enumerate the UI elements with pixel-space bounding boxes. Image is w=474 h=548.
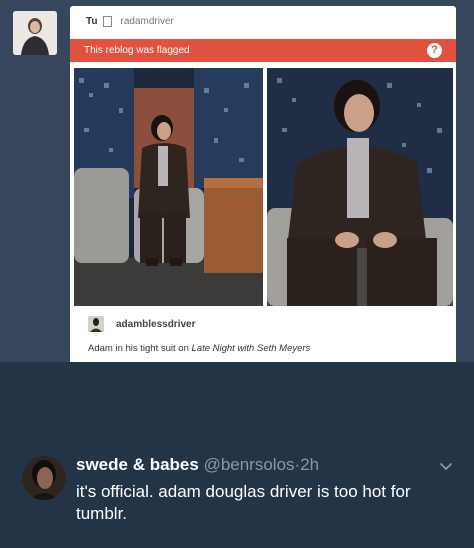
reblog-icon [103,15,113,27]
tweet-display-name[interactable]: swede & babes [76,455,199,474]
post-caption: Adam in his tight suit on Late Night wit… [88,343,310,354]
post-photo-left[interactable] [74,68,263,306]
reblog-source-avatar[interactable] [88,316,104,332]
post-photo-right[interactable] [267,68,453,306]
caption-show-title: Late Night with Seth Meyers [191,343,311,354]
tumblr-dashboard: Tu radamdriver This reblog was flagged ? [0,0,474,362]
caption-text: Adam in his tight suit on [88,343,192,354]
reblog-attribution: adamblessdriver [88,316,196,332]
flagged-banner: This reblog was flagged ? [70,39,456,62]
help-icon[interactable]: ? [427,43,442,58]
tweet-author-avatar[interactable] [22,456,66,500]
tweet-header: swede & babes @benrsolos·2h [76,455,319,475]
post-header: Tu radamdriver [70,6,456,36]
chevron-down-icon[interactable] [439,460,453,474]
tweet: swede & babes @benrsolos·2h it's officia… [0,362,474,548]
reblog-source-name[interactable]: adamblessdriver [116,319,196,330]
reblog-post: Tu radamdriver This reblog was flagged ? [70,6,456,362]
source-blog-name[interactable]: radamdriver [120,16,173,27]
flag-message: This reblog was flagged [84,45,190,56]
tweet-handle[interactable]: @benrsolos [204,455,295,474]
reblogger-avatar[interactable] [13,11,57,55]
tweet-timestamp[interactable]: 2h [300,455,319,474]
tweet-body: it's official. adam douglas driver is to… [76,482,411,523]
reblogger-name[interactable]: Tu [86,16,97,27]
